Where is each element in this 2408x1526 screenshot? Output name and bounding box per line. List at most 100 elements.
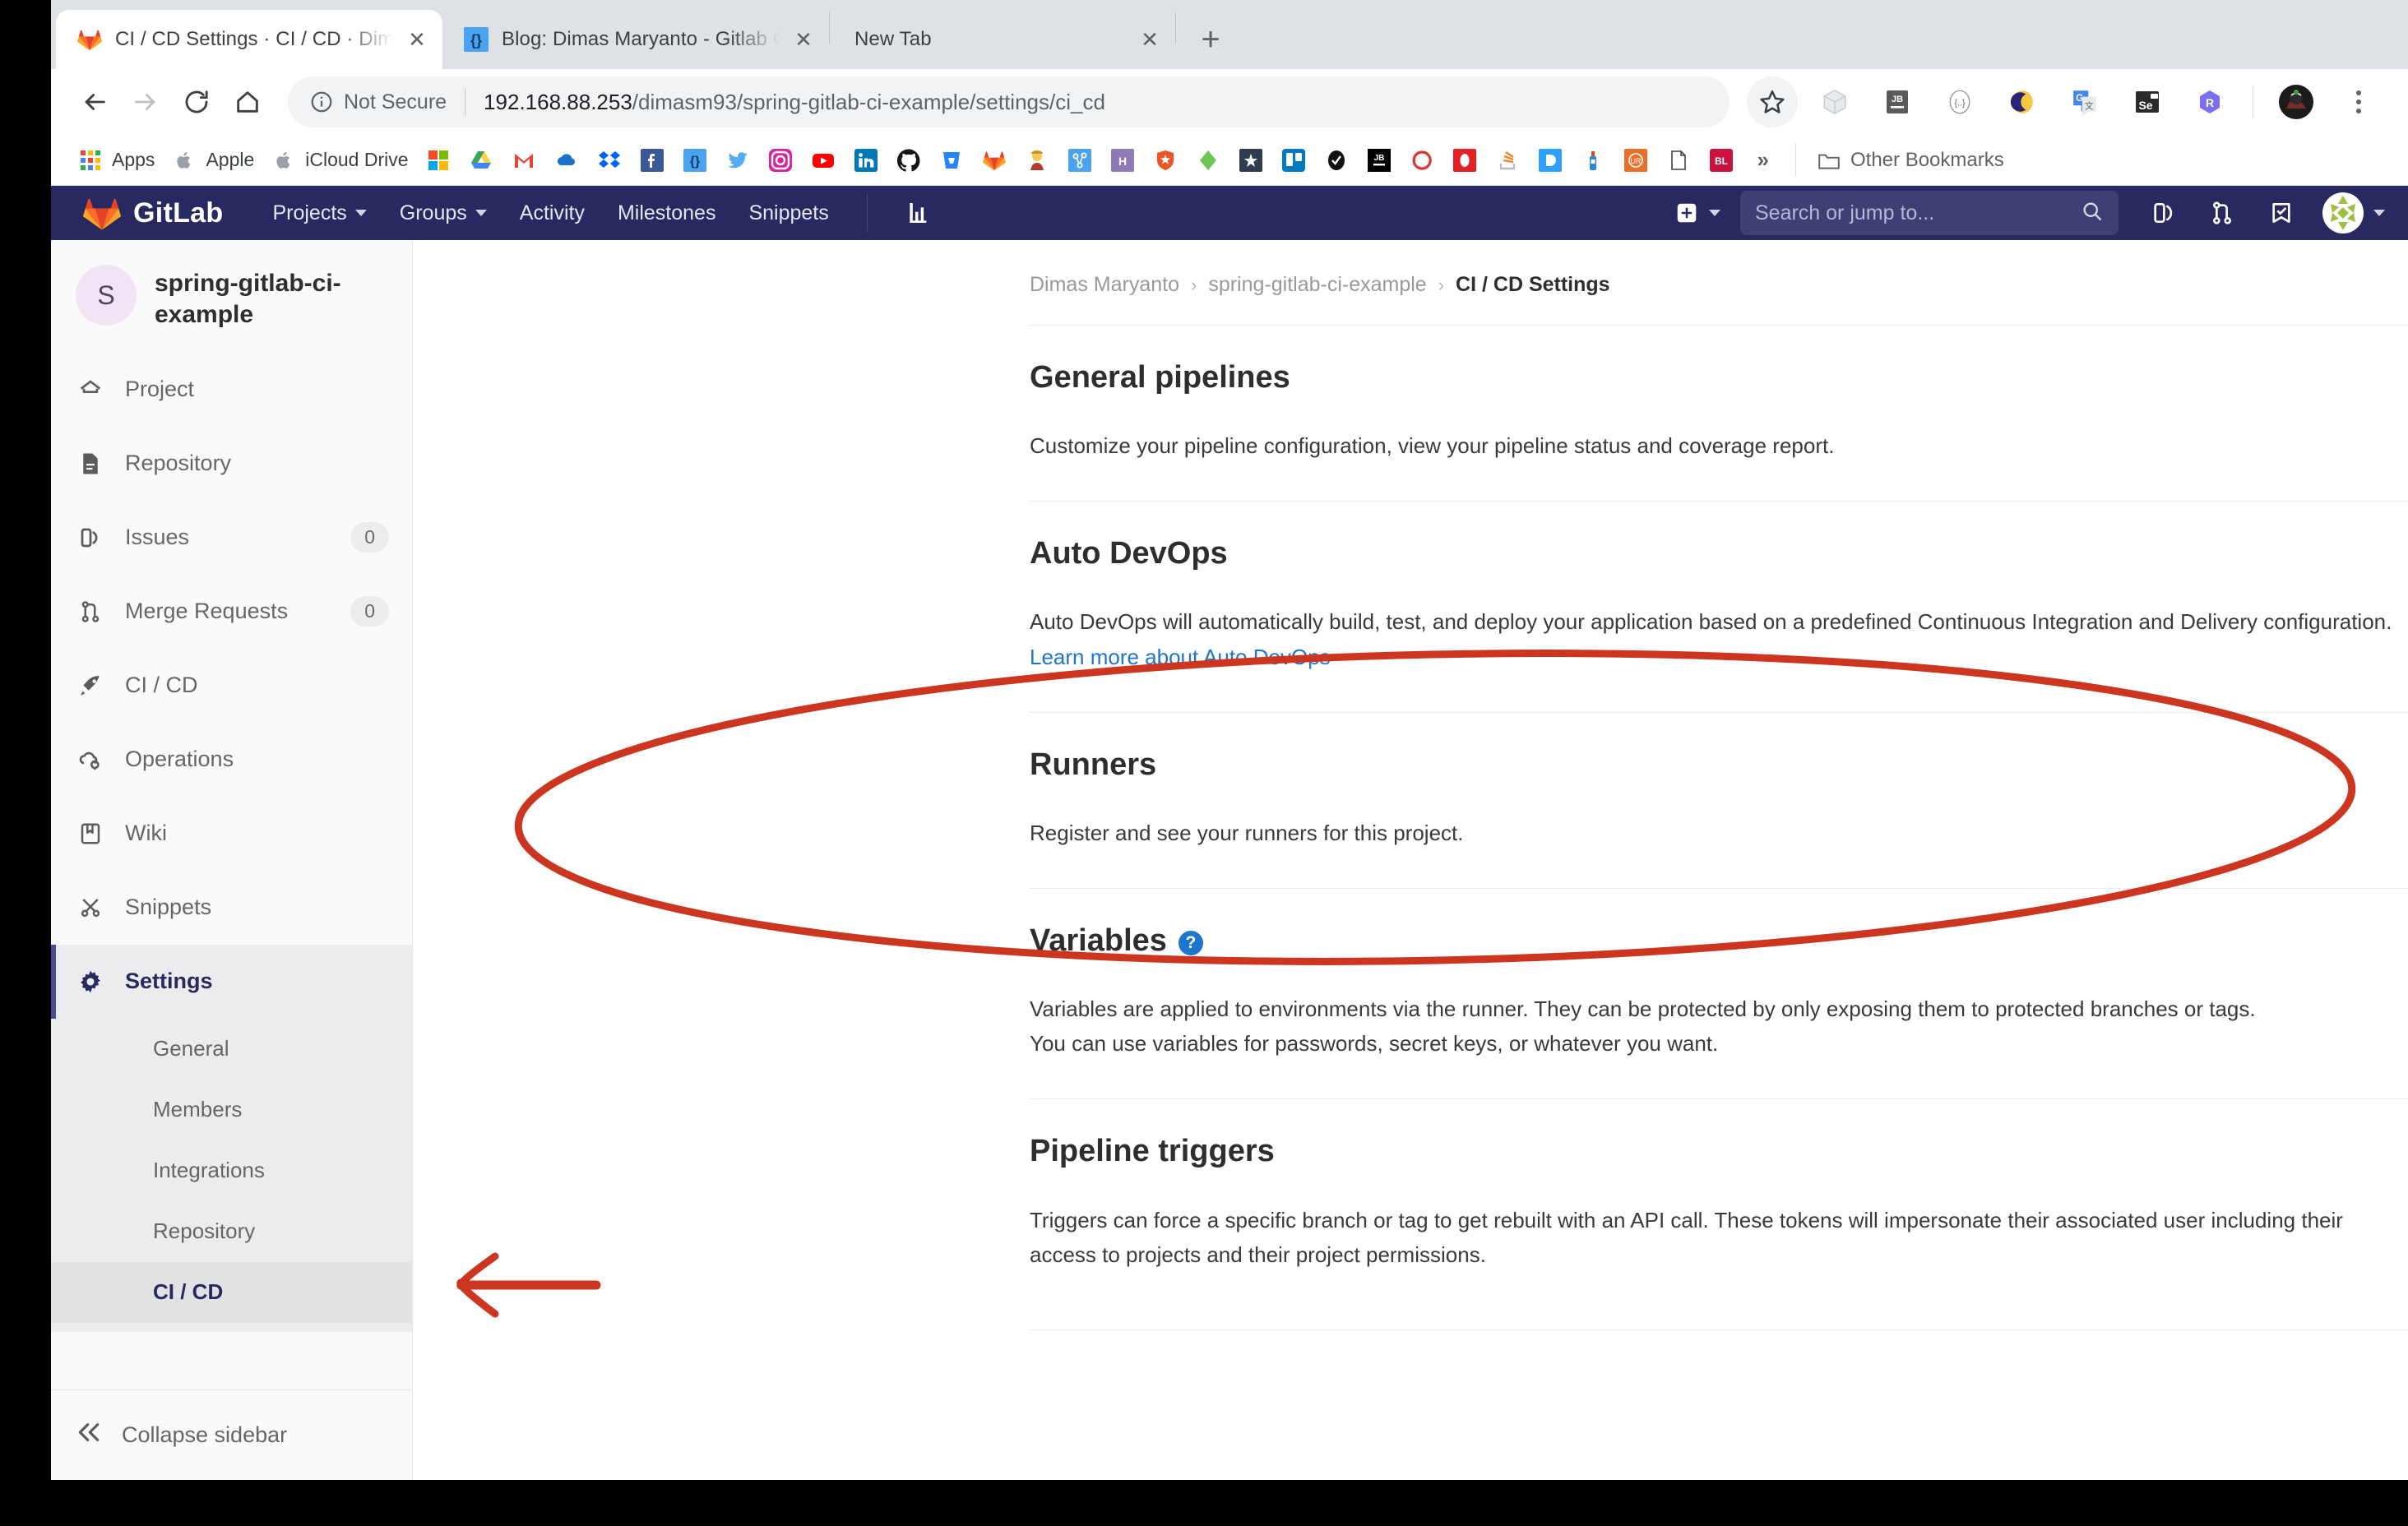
bookmark-icloud-drive[interactable]: iCloud Drive xyxy=(262,141,416,180)
bookmark-github[interactable] xyxy=(887,141,930,180)
share-network-icon xyxy=(1067,147,1093,173)
new-tab-button[interactable]: + xyxy=(1188,16,1234,62)
bookmark-star-icon[interactable] xyxy=(1747,76,1798,127)
breadcrumb-item-user[interactable]: Dimas Maryanto xyxy=(1030,273,1179,297)
bookmark-document[interactable] xyxy=(1657,141,1700,180)
merge-requests-icon[interactable] xyxy=(2199,190,2245,236)
bookmark-opera[interactable] xyxy=(1443,141,1486,180)
three-dot-menu-icon[interactable] xyxy=(2333,76,2384,127)
chart-icon[interactable] xyxy=(896,190,942,236)
issues-icon[interactable] xyxy=(2140,190,2186,236)
bookmark-stackoverflow[interactable] xyxy=(1486,141,1529,180)
bookmark-disqus[interactable] xyxy=(1529,141,1572,180)
nav-snippets[interactable]: Snippets xyxy=(732,186,845,240)
new-item-button[interactable] xyxy=(1665,201,1730,225)
reload-icon[interactable] xyxy=(171,76,222,127)
bookmark-gitlab[interactable] xyxy=(973,141,1016,180)
project-header[interactable]: S spring-gitlab-ci-example xyxy=(51,240,412,353)
browser-tab-active[interactable]: CI / CD Settings · CI / CD · Dimas Marya… xyxy=(56,10,442,69)
bookmark-avatar[interactable] xyxy=(1016,141,1058,180)
bookmark-youtube[interactable] xyxy=(802,141,845,180)
bookmark-hackerrank[interactable]: H xyxy=(1101,141,1144,180)
help-icon[interactable]: ? xyxy=(1178,930,1203,955)
sidebar-subitem-ci-cd[interactable]: CI / CD xyxy=(51,1261,412,1323)
bookmark-auth0[interactable] xyxy=(1144,141,1187,180)
search-icon[interactable] xyxy=(2081,200,2104,227)
bookmark-sonarqube[interactable] xyxy=(1401,141,1443,180)
sidebar-item-snippets[interactable]: Snippets xyxy=(51,871,412,945)
jetbrains-toolbox-icon[interactable]: JB xyxy=(1872,76,1923,127)
roblox-r-icon[interactable]: R xyxy=(2184,76,2235,127)
avatar[interactable] xyxy=(2271,76,2322,127)
bookmark-blog-braces[interactable]: {} xyxy=(674,141,716,180)
collapse-sidebar-button[interactable]: Collapse sidebar xyxy=(51,1390,412,1480)
bookmark-checkmark[interactable] xyxy=(1315,141,1358,180)
bookmark-bitbucket[interactable] xyxy=(930,141,973,180)
bookmark-apple[interactable]: Apple xyxy=(163,141,262,180)
cloud-gear-icon xyxy=(76,745,105,775)
sidebar-subitem-members[interactable]: Members xyxy=(51,1080,412,1140)
bookmark-google-drive[interactable] xyxy=(460,141,502,180)
other-bookmarks-button[interactable]: Other Bookmarks xyxy=(1808,141,2012,180)
bookmark-facebook[interactable] xyxy=(631,141,674,180)
sidebar-subitem-integrations[interactable]: Integrations xyxy=(51,1140,412,1201)
bookmark-instagram[interactable] xyxy=(759,141,802,180)
search-input[interactable] xyxy=(1740,191,2119,235)
gitlab-icon[interactable] xyxy=(82,194,122,232)
sidebar-item-project[interactable]: Project xyxy=(51,353,412,427)
bookmark-gmail[interactable] xyxy=(502,141,545,180)
nav-milestones[interactable]: Milestones xyxy=(601,186,733,240)
bookmark-dropbox[interactable] xyxy=(588,141,631,180)
browser-tab-3[interactable]: New Tab ✕ xyxy=(830,10,1175,69)
bookmark-onedrive[interactable] xyxy=(545,141,588,180)
auto-devops-learn-more-link[interactable]: Learn more about Auto DevOps xyxy=(1030,645,1331,669)
back-arrow-icon[interactable] xyxy=(69,76,120,127)
home-icon[interactable] xyxy=(222,76,273,127)
sidebar-item-wiki[interactable]: Wiki xyxy=(51,797,412,871)
sidebar-item-issues[interactable]: Issues 0 xyxy=(51,501,412,575)
bookmark-star-badge[interactable] xyxy=(1229,141,1272,180)
close-icon[interactable]: ✕ xyxy=(790,25,817,53)
browser-tab-2[interactable]: {} Blog: Dimas Maryanto - Gitlab CI ✕ xyxy=(442,10,829,69)
bookmark-linkedin[interactable] xyxy=(845,141,887,180)
bookmark-orange-circle[interactable]: UR xyxy=(1614,141,1657,180)
chevron-down-icon[interactable] xyxy=(2373,210,2385,216)
sidebar-item-operations[interactable]: Operations xyxy=(51,723,412,797)
sidebar-item-settings[interactable]: Settings xyxy=(51,944,412,1019)
cube-extension-icon[interactable] xyxy=(1809,76,1860,127)
sidebar-item-repository[interactable]: Repository xyxy=(51,427,412,501)
bookmark-apps[interactable]: Apps xyxy=(69,141,163,180)
nav-activity[interactable]: Activity xyxy=(503,186,601,240)
svg-text:文: 文 xyxy=(2085,101,2094,112)
bookmark-feedly[interactable] xyxy=(1187,141,1229,180)
sidebar-subitem-repository[interactable]: Repository xyxy=(51,1201,412,1262)
gmail-icon xyxy=(511,147,537,173)
dark-reader-moon-icon[interactable] xyxy=(1997,76,2048,127)
sidebar-item-merge-requests[interactable]: Merge Requests 0 xyxy=(51,575,412,649)
todos-icon[interactable] xyxy=(2258,190,2304,236)
nav-groups[interactable]: Groups xyxy=(383,186,503,240)
json-viewer-icon[interactable]: {..} xyxy=(1934,76,1985,127)
address-bar[interactable]: Not Secure 192.168.88.253/dimasm93/sprin… xyxy=(288,76,1730,127)
sidebar-item-ci-cd[interactable]: CI / CD xyxy=(51,649,412,723)
nav-projects[interactable]: Projects xyxy=(256,186,382,240)
avatar[interactable] xyxy=(2322,192,2364,234)
gitlab-wordmark[interactable]: GitLab xyxy=(133,197,223,229)
selenium-ide-icon[interactable]: Se xyxy=(2122,76,2173,127)
sidebar-subitem-general[interactable]: General xyxy=(51,1019,412,1080)
bookmark-hotsauce[interactable] xyxy=(1572,141,1614,180)
bookmark-bl[interactable]: BL xyxy=(1700,141,1743,180)
close-icon[interactable]: ✕ xyxy=(1136,25,1164,53)
google-translate-icon[interactable]: G文 xyxy=(2059,76,2110,127)
bookmark-share-network[interactable] xyxy=(1058,141,1101,180)
bookmark-label: Apps xyxy=(112,149,155,170)
breadcrumb-item-project[interactable]: spring-gitlab-ci-example xyxy=(1208,273,1426,297)
bookmarks-overflow-button[interactable]: » xyxy=(1743,147,1784,173)
search-field[interactable] xyxy=(1755,201,2081,225)
bookmark-twitter[interactable] xyxy=(716,141,759,180)
info-circle-icon[interactable] xyxy=(309,90,334,114)
close-icon[interactable]: ✕ xyxy=(403,25,431,53)
bookmark-jetbrains[interactable]: JB xyxy=(1358,141,1401,180)
bookmark-microsoft[interactable] xyxy=(417,141,460,180)
bookmark-trello[interactable] xyxy=(1272,141,1315,180)
